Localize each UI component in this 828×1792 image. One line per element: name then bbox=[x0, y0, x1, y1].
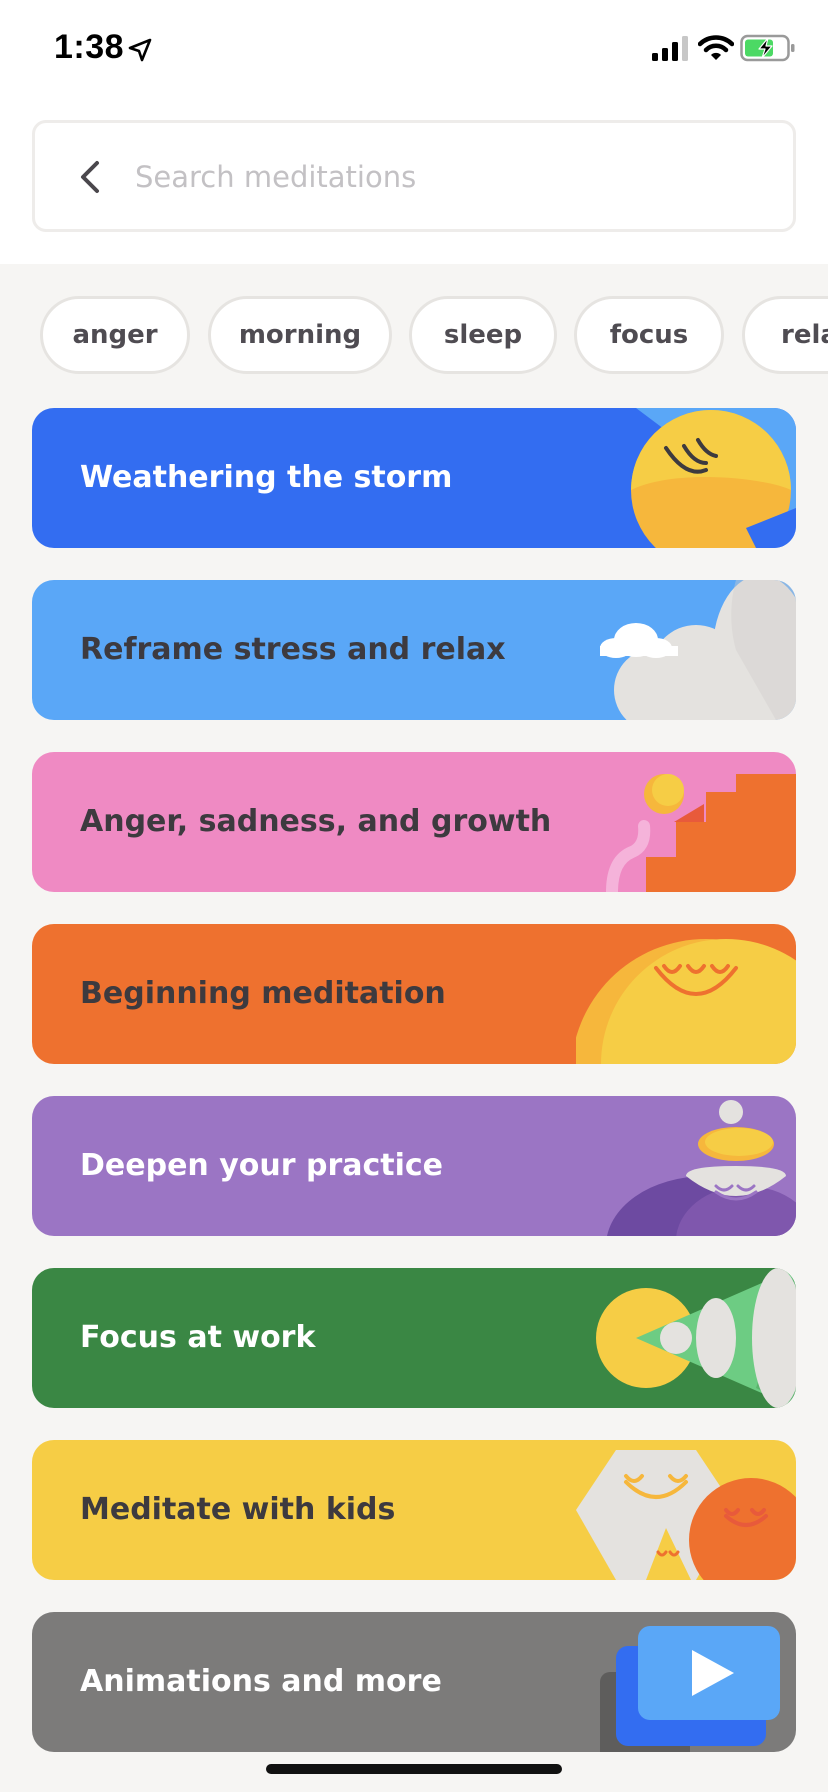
chip-anger[interactable]: anger bbox=[40, 296, 190, 374]
chip-focus[interactable]: focus bbox=[574, 296, 724, 374]
cellular-signal-icon bbox=[652, 36, 688, 61]
chip-sleep[interactable]: sleep bbox=[409, 296, 557, 374]
card-deepen-your-practice[interactable]: Deepen your practice bbox=[32, 1096, 796, 1236]
filter-chips: anger morning sleep focus relax bbox=[0, 264, 828, 384]
card-reframe-stress[interactable]: Reframe stress and relax bbox=[32, 580, 796, 720]
card-weathering-the-storm[interactable]: Weathering the storm bbox=[32, 408, 796, 548]
card-title: Focus at work bbox=[80, 1320, 316, 1355]
card-anger-sadness-growth[interactable]: Anger, sadness, and growth bbox=[32, 752, 796, 892]
card-meditate-with-kids[interactable]: Meditate with kids bbox=[32, 1440, 796, 1580]
smiling-sun-illustration bbox=[576, 939, 796, 1064]
card-title: Deepen your practice bbox=[80, 1148, 444, 1183]
chip-morning[interactable]: morning bbox=[208, 296, 392, 374]
card-title: Beginning meditation bbox=[80, 976, 446, 1011]
location-arrow-icon bbox=[128, 38, 152, 62]
stairs-illustration bbox=[606, 774, 796, 892]
card-beginning-meditation[interactable]: Beginning meditation bbox=[32, 924, 796, 1064]
back-chevron-icon[interactable] bbox=[75, 159, 105, 195]
stacked-stones-illustration bbox=[607, 1100, 796, 1236]
card-title: Meditate with kids bbox=[80, 1492, 396, 1527]
home-indicator[interactable] bbox=[266, 1764, 562, 1774]
search-input[interactable] bbox=[135, 147, 755, 207]
kids-characters-illustration bbox=[576, 1450, 796, 1580]
sun-illustration bbox=[631, 408, 796, 548]
card-animations-and-more[interactable]: Animations and more bbox=[32, 1612, 796, 1752]
card-title: Weathering the storm bbox=[80, 460, 453, 495]
chip-relax[interactable]: relax bbox=[742, 296, 828, 374]
search-bar[interactable] bbox=[32, 120, 796, 232]
focus-beam-illustration bbox=[596, 1268, 796, 1408]
status-time: 1:38 bbox=[54, 28, 125, 66]
video-play-illustration bbox=[600, 1626, 780, 1752]
card-focus-at-work[interactable]: Focus at work bbox=[32, 1268, 796, 1408]
cloud-illustration bbox=[600, 580, 796, 720]
wifi-icon bbox=[698, 35, 734, 60]
search-header bbox=[0, 100, 828, 264]
card-title: Anger, sadness, and growth bbox=[80, 804, 552, 839]
status-bar: 1:38 bbox=[0, 0, 828, 100]
card-title: Animations and more bbox=[80, 1664, 442, 1699]
battery-charging-icon bbox=[740, 34, 795, 62]
card-title: Reframe stress and relax bbox=[80, 632, 506, 667]
